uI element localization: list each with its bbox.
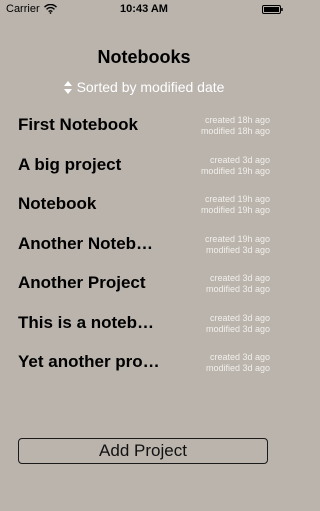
created-date: created 3d ago <box>209 154 270 165</box>
modified-date: modified 19h ago <box>200 205 270 215</box>
notebook-dates: created 18h ago modified 18h ago <box>201 115 270 137</box>
battery-icon <box>262 5 283 14</box>
notebook-row[interactable]: Another Project created 3d ago modified … <box>0 264 288 304</box>
sort-updown-icon <box>63 80 72 94</box>
created-date: created 3d ago <box>209 273 270 283</box>
notebook-dates: created 19h ago modified 19h ago <box>201 194 270 216</box>
notebook-row[interactable]: Notebook created 19h ago modified 19h ag… <box>0 185 288 225</box>
sort-toggle[interactable]: Sorted by modified date <box>0 79 288 95</box>
notebook-row[interactable]: First Notebook created 18h ago modified … <box>0 106 288 146</box>
sort-label: Sorted by modified date <box>76 79 225 95</box>
notebook-name: A big project <box>18 154 122 174</box>
modified-date: modified 3d ago <box>205 284 270 294</box>
add-project-button[interactable]: Add Project <box>18 438 268 464</box>
screen: Carrier 10:43 AM Notebooks Sorted by mod… <box>0 0 288 511</box>
notebook-dates: created 3d ago modified 3d ago <box>206 313 270 335</box>
modified-date: modified 3d ago <box>205 323 270 334</box>
notebook-row[interactable]: Yet another pro… created 3d ago modified… <box>0 343 288 383</box>
notebook-name: First Notebook <box>18 115 138 134</box>
status-bar: Carrier 10:43 AM <box>0 0 288 20</box>
modified-date: modified 19h ago <box>200 165 270 176</box>
notebook-name: This is a noteb… <box>18 312 155 332</box>
page-title: Notebooks <box>97 47 191 67</box>
notebook-name: Yet another pro… <box>18 352 160 371</box>
notebook-name: Another Noteb… <box>18 233 154 253</box>
notebook-dates: created 3d ago modified 19h ago <box>201 155 270 177</box>
notebook-list: First Notebook created 18h ago modified … <box>0 106 288 383</box>
notebook-row[interactable]: A big project created 3d ago modified 19… <box>0 146 288 186</box>
created-date: created 18h ago <box>204 115 270 125</box>
created-date: created 19h ago <box>204 233 270 244</box>
created-date: created 3d ago <box>209 352 270 362</box>
created-date: created 19h ago <box>204 194 270 204</box>
notebook-dates: created 3d ago modified 3d ago <box>206 352 270 374</box>
created-date: created 3d ago <box>209 312 270 323</box>
notebook-dates: created 19h ago modified 3d ago <box>205 234 270 256</box>
modified-date: modified 18h ago <box>200 126 270 136</box>
status-time: 10:43 AM <box>120 3 168 15</box>
notebook-row[interactable]: Another Noteb… created 19h ago modified … <box>0 225 288 265</box>
notebook-name: Notebook <box>18 194 97 213</box>
notebook-row[interactable]: This is a noteb… created 3d ago modified… <box>0 304 288 344</box>
notebook-dates: created 3d ago modified 3d ago <box>206 273 270 295</box>
notebook-name: Another Project <box>18 273 146 292</box>
modified-date: modified 3d ago <box>205 244 270 255</box>
modified-date: modified 3d ago <box>205 363 270 373</box>
